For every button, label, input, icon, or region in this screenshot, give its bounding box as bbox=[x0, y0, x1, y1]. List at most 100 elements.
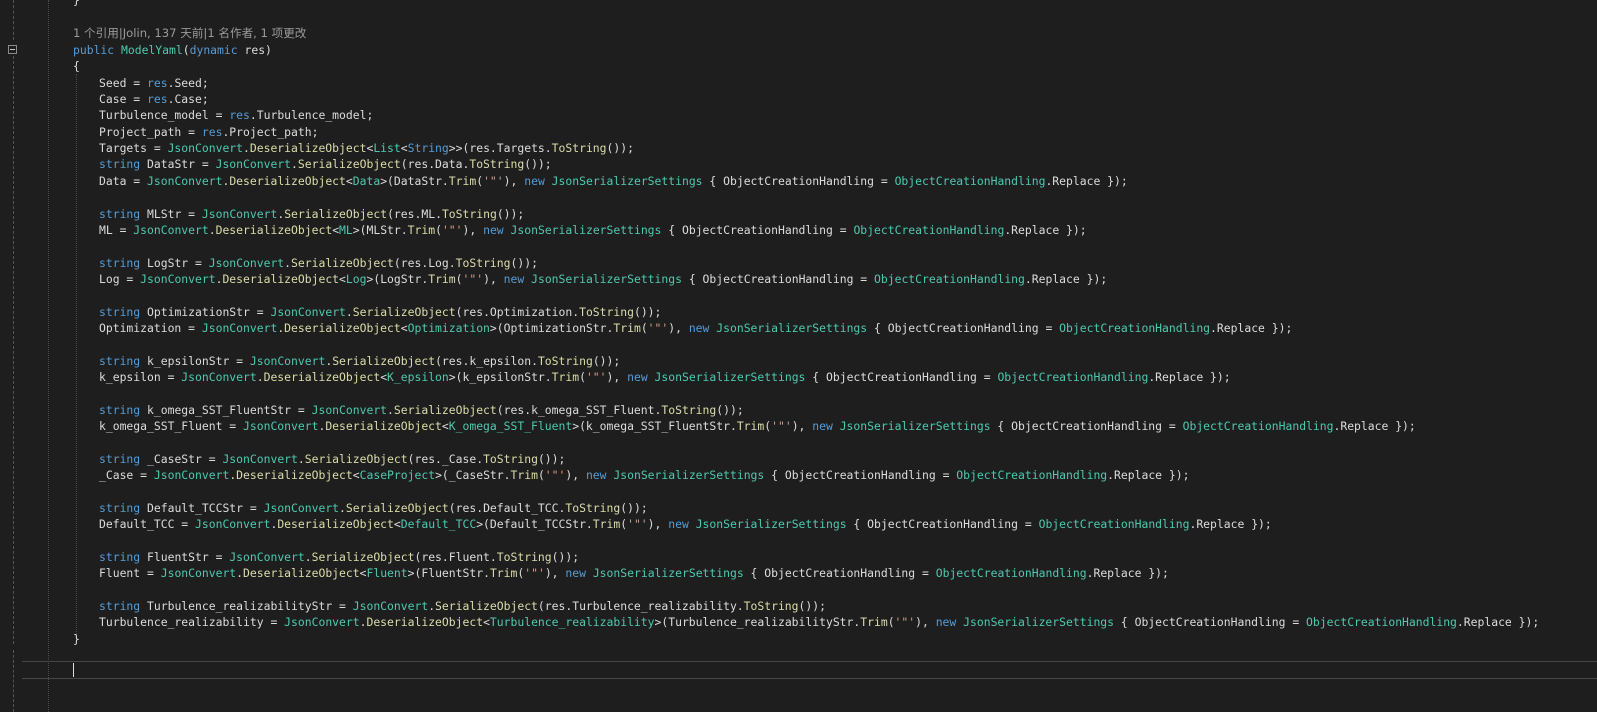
code-token: < bbox=[339, 271, 346, 286]
code-token: . bbox=[387, 402, 394, 417]
code-line[interactable]: Optimization = JsonConvert.DeserializeOb… bbox=[99, 320, 1292, 337]
code-token: ML bbox=[339, 222, 353, 237]
code-token: JsonSerializerSettings bbox=[551, 173, 703, 188]
code-line[interactable]: Seed = res.Seed; bbox=[99, 75, 209, 92]
code-token: . bbox=[291, 157, 298, 172]
code-line[interactable]: string DataStr = JsonConvert.SerializeOb… bbox=[99, 156, 552, 173]
code-token: string bbox=[99, 500, 141, 515]
code-token: (res.k_epsilon. bbox=[435, 353, 538, 368]
code-line[interactable]: Project_path = res.Project_path; bbox=[99, 124, 318, 141]
code-token: '"' bbox=[524, 566, 545, 581]
code-token: DeserializeObject bbox=[277, 517, 394, 532]
code-token: SerializeObject bbox=[284, 206, 388, 221]
code-line[interactable]: Case = res.Case; bbox=[99, 91, 209, 108]
code-token: res bbox=[229, 108, 250, 123]
code-token: string bbox=[99, 598, 141, 613]
code-token: ToString bbox=[537, 353, 593, 368]
codelens-references[interactable]: 1 个引用|Jolin, 137 天前|1 名作者, 1 项更改 bbox=[73, 25, 306, 42]
code-line[interactable]: Fluent = JsonConvert.DeserializeObject<F… bbox=[99, 565, 1169, 582]
code-token: ToString bbox=[565, 500, 621, 515]
code-line[interactable]: string LogStr = JsonConvert.SerializeObj… bbox=[99, 255, 538, 272]
code-token: '"' bbox=[462, 271, 484, 286]
code-token: { ObjectCreationHandling = bbox=[805, 370, 998, 384]
code-token: . bbox=[339, 500, 346, 515]
code-line[interactable]: { bbox=[73, 58, 80, 75]
code-token: K_epsilon bbox=[387, 370, 449, 384]
code-token: ( bbox=[182, 43, 190, 57]
code-line[interactable]: _Case = JsonConvert.DeserializeObject<Ca… bbox=[99, 467, 1189, 484]
code-line[interactable]: Data = JsonConvert.DeserializeObject<Dat… bbox=[99, 173, 1128, 190]
code-token: List bbox=[373, 141, 401, 156]
code-token: JsonConvert bbox=[229, 549, 305, 564]
code-line[interactable]: string OptimizationStr = JsonConvert.Ser… bbox=[99, 304, 661, 321]
code-token: k_omega_SST_Fluent = bbox=[99, 419, 244, 434]
code-line[interactable]: Targets = JsonConvert.DeserializeObject <… bbox=[99, 140, 634, 157]
code-token: string bbox=[99, 304, 141, 319]
code-token: CaseProject bbox=[359, 468, 436, 483]
code-token: SerializeObject bbox=[352, 304, 456, 319]
code-line[interactable]: Log = JsonConvert.DeserializeObject<Log>… bbox=[99, 271, 1107, 288]
code-token: Default_TCCStr = bbox=[140, 500, 264, 515]
code-line[interactable]: public ModelYaml(dynamic res) bbox=[73, 42, 272, 59]
code-token: JsonSerializerSettings bbox=[592, 566, 744, 581]
code-token: < bbox=[441, 419, 449, 434]
code-line[interactable]: string FluentStr = JsonConvert.Serialize… bbox=[99, 549, 579, 566]
code-token: public bbox=[73, 43, 115, 57]
code-token: ObjectCreationHandling bbox=[894, 173, 1046, 188]
code-token: ), bbox=[483, 271, 504, 286]
code-token: Project_path = bbox=[99, 124, 202, 139]
code-token: new bbox=[935, 615, 957, 630]
code-token: SerializeObject bbox=[304, 451, 408, 466]
code-token: { ObjectCreationHandling = bbox=[867, 320, 1060, 335]
code-token: Default_TCC bbox=[400, 517, 477, 532]
code-token: DeserializeObject bbox=[366, 615, 484, 630]
code-token: ), bbox=[791, 419, 813, 434]
code-token: ()); bbox=[633, 304, 662, 319]
code-token: res bbox=[201, 124, 223, 139]
code-token: '"' bbox=[647, 320, 669, 335]
code-line[interactable]: } bbox=[73, 631, 80, 648]
code-editor[interactable]: } 1 个引用|Jolin, 137 天前|1 名作者, 1 项更改 publi… bbox=[0, 0, 1597, 712]
code-line[interactable]: k_omega_SST_Fluent = JsonConvert.Deseria… bbox=[99, 418, 1416, 435]
code-line[interactable]: k_epsilon = JsonConvert.DeserializeObjec… bbox=[99, 369, 1231, 386]
code-token: JsonConvert bbox=[201, 320, 278, 335]
code-token: ToString bbox=[661, 402, 717, 417]
code-line[interactable]: string MLStr = JsonConvert.SerializeObje… bbox=[99, 206, 524, 223]
code-token: new bbox=[483, 222, 504, 237]
code-token: k_epsilonStr = bbox=[140, 353, 250, 368]
code-line[interactable]: Turbulence_model = res.Turbulence_model; bbox=[99, 107, 373, 124]
code-line[interactable]: Default_TCC = JsonConvert.DeserializeObj… bbox=[99, 516, 1272, 533]
code-token: { ObjectCreationHandling = bbox=[661, 222, 854, 237]
outline-line bbox=[13, 56, 14, 644]
code-token: < bbox=[400, 141, 408, 156]
code-token: >(k_omega_SST_FluentStr. bbox=[572, 419, 737, 434]
code-line[interactable]: ML = JsonConvert.DeserializeObject<ML>(M… bbox=[99, 222, 1087, 239]
outline-line bbox=[13, 650, 14, 712]
code-token: Trim bbox=[736, 419, 765, 434]
outline-line bbox=[13, 0, 14, 40]
code-token: ( bbox=[640, 320, 648, 335]
code-line[interactable]: Turbulence_realizability = JsonConvert.D… bbox=[99, 614, 1539, 631]
code-line[interactable]: string Turbulence_realizabilityStr = Jso… bbox=[99, 598, 826, 615]
code-line[interactable]: string k_omega_SST_FluentStr = JsonConve… bbox=[99, 402, 744, 419]
code-token: .Replace }); bbox=[1045, 173, 1128, 188]
code-token: _Case = bbox=[99, 468, 154, 483]
code-token: ( bbox=[435, 222, 442, 237]
code-token: ), bbox=[668, 320, 689, 335]
code-token: < bbox=[345, 173, 353, 188]
code-token: k_epsilon = bbox=[99, 370, 182, 384]
collapse-method-icon[interactable] bbox=[8, 45, 17, 54]
code-token: MLStr = bbox=[140, 206, 202, 221]
code-token: ToString bbox=[743, 598, 799, 613]
code-token: Data bbox=[352, 173, 381, 188]
code-line[interactable]: string Default_TCCStr = JsonConvert.Seri… bbox=[99, 500, 648, 517]
code-token: Optimization bbox=[407, 320, 490, 335]
code-token: (res.Data. bbox=[400, 157, 470, 172]
code-token: Data = bbox=[99, 173, 148, 188]
code-line[interactable]: string _CaseStr = JsonConvert.SerializeO… bbox=[99, 451, 565, 468]
code-token: (res.ML. bbox=[387, 206, 442, 221]
code-token: ( bbox=[455, 271, 463, 286]
code-line[interactable]: string k_epsilonStr = JsonConvert.Serial… bbox=[99, 353, 620, 370]
